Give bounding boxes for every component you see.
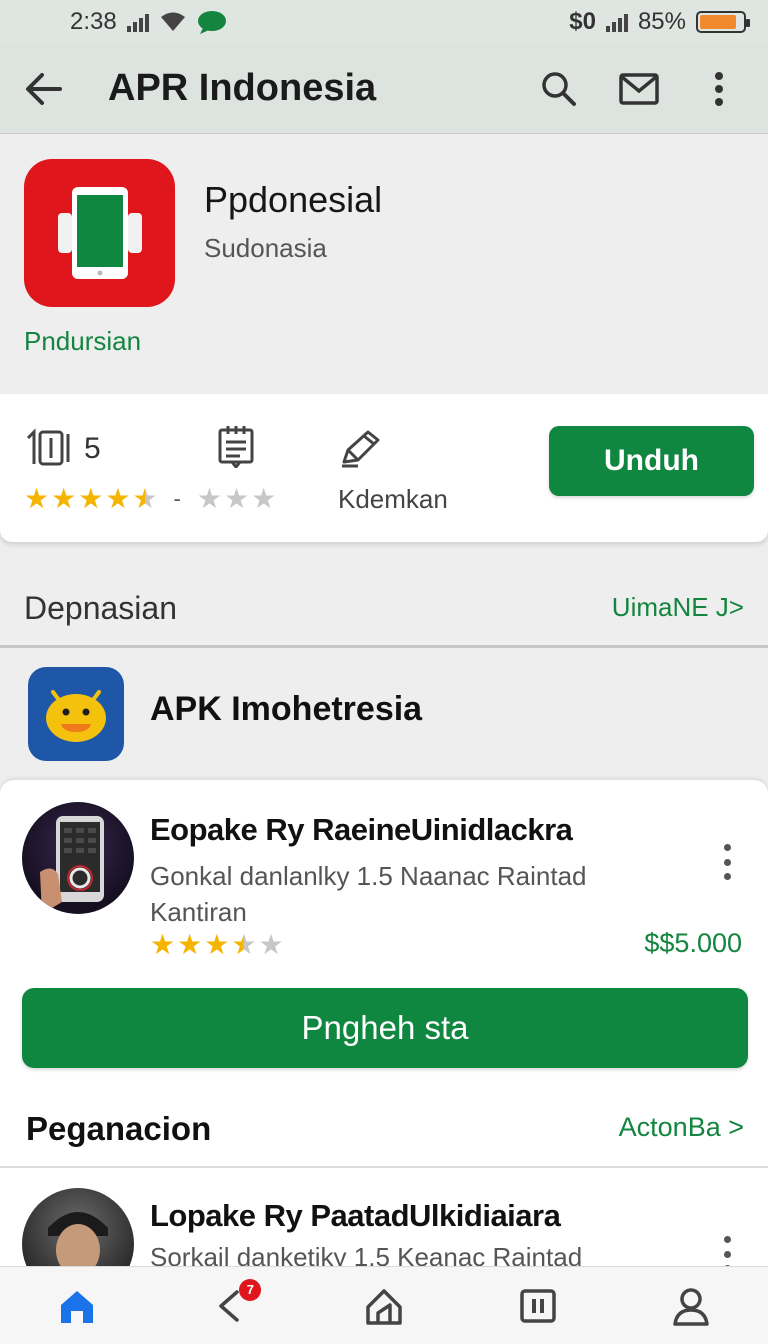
featured-app-avatar[interactable] <box>22 802 134 914</box>
bottom-nav: 7 <box>0 1266 768 1344</box>
wifi-icon <box>160 12 185 31</box>
phone-in-hand-icon <box>40 816 104 914</box>
cell-signal-icon <box>605 12 628 32</box>
star-icon: ★ <box>105 483 131 514</box>
half-star-icon: ★ <box>231 929 257 960</box>
phone-icon <box>57 187 142 279</box>
star-icon: ★ <box>78 483 104 514</box>
star-empty-icon: ★ <box>258 929 284 960</box>
profile-icon <box>673 1287 709 1326</box>
section-see-more-link[interactable]: UimaNE J> <box>612 592 744 623</box>
featured-more-icon[interactable] <box>712 840 742 884</box>
chat-icon <box>197 11 226 34</box>
mail-icon[interactable] <box>610 60 668 118</box>
app-bar: APR Indonesia <box>0 44 768 134</box>
app-header: Ppdonesial Sudonasia Pndursian <box>0 135 768 393</box>
nav-library[interactable] <box>493 1271 583 1341</box>
battery-percent: 85% <box>637 8 686 35</box>
app-developer[interactable]: Sudonasia <box>204 233 327 264</box>
apk-row[interactable]: APK Imohetresia <box>0 650 768 780</box>
battery-fill <box>700 15 736 29</box>
library-icon <box>519 1288 556 1323</box>
back-arrow-icon[interactable] <box>20 65 68 113</box>
star-icon: ★ <box>24 483 50 514</box>
nav-store[interactable] <box>339 1271 429 1341</box>
notepad-icon <box>216 424 256 473</box>
network-text: $0 <box>569 8 596 35</box>
rating-value: 5 <box>84 432 101 465</box>
section-see-more-link[interactable]: ActonBa > <box>619 1112 744 1143</box>
android-app-icon[interactable] <box>28 667 124 761</box>
half-star-icon: ★ <box>132 483 158 514</box>
search-icon[interactable] <box>530 60 588 118</box>
nav-home[interactable] <box>32 1271 122 1341</box>
star-icon: ★ <box>204 929 230 960</box>
status-bar: 2:38 $0 85% <box>0 0 768 44</box>
featured-card: Eopake Ry RaeineUinidlackra Gonkal danla… <box>0 780 768 1344</box>
status-time: 2:38 <box>70 8 117 35</box>
app-icon[interactable] <box>24 159 175 307</box>
nav-back[interactable]: 7 <box>185 1271 275 1341</box>
status-right: $0 85% <box>569 8 750 36</box>
section-header-1: Depnasian UimaNE J> <box>0 560 768 648</box>
status-left: 2:38 <box>70 8 227 36</box>
signal-icon <box>126 12 149 32</box>
install-button[interactable]: Unduh <box>549 426 754 496</box>
ruler-phone-icon <box>24 428 76 473</box>
section-header-2: Peganacion ActonBa > <box>0 1090 768 1168</box>
section-title: Depnasian <box>24 590 177 626</box>
nav-profile[interactable] <box>646 1271 736 1341</box>
store-icon <box>366 1288 402 1325</box>
star-icon: ★ <box>51 483 77 514</box>
stat-action-label[interactable]: Kdemkan <box>338 484 448 515</box>
rating-separator: - <box>173 485 181 511</box>
app-name: Ppdonesial <box>204 179 383 220</box>
featured-rating-stars: ★ ★ ★ ★ ★ <box>150 928 284 961</box>
stats-card: 5 ★ ★ ★ ★ ★ - ★ ★ ★ Kdemkan Unduh <box>0 394 768 542</box>
pencil-icon <box>338 428 382 473</box>
star-empty-icon: ★ <box>223 483 250 514</box>
battery-icon <box>696 11 750 33</box>
star-empty-icon: ★ <box>251 483 277 514</box>
featured-title: Eopake Ry RaeineUinidlackra <box>150 812 573 847</box>
featured-price: $$5.000 <box>644 928 742 958</box>
app-category[interactable]: Pndursian <box>24 326 141 357</box>
star-icon: ★ <box>177 929 203 960</box>
notification-badge: 7 <box>239 1278 262 1301</box>
section-title: Peganacion <box>26 1110 212 1147</box>
featured-action-button[interactable]: Pngheh sta <box>22 988 748 1068</box>
more-vert-icon[interactable] <box>690 60 748 118</box>
star-icon: ★ <box>150 929 176 960</box>
app-bar-title: APR Indonesia <box>108 67 377 109</box>
home-icon <box>60 1290 93 1323</box>
item-title: Lopake Ry PaatadUlkidiaiara <box>150 1198 561 1233</box>
rating-stars: ★ ★ ★ ★ ★ - ★ ★ ★ <box>24 482 276 515</box>
star-empty-icon: ★ <box>196 483 222 514</box>
featured-description: Gonkal danlanlky 1.5 Naanac Raintad Kant… <box>150 861 587 927</box>
apk-title: APK Imohetresia <box>150 690 423 728</box>
